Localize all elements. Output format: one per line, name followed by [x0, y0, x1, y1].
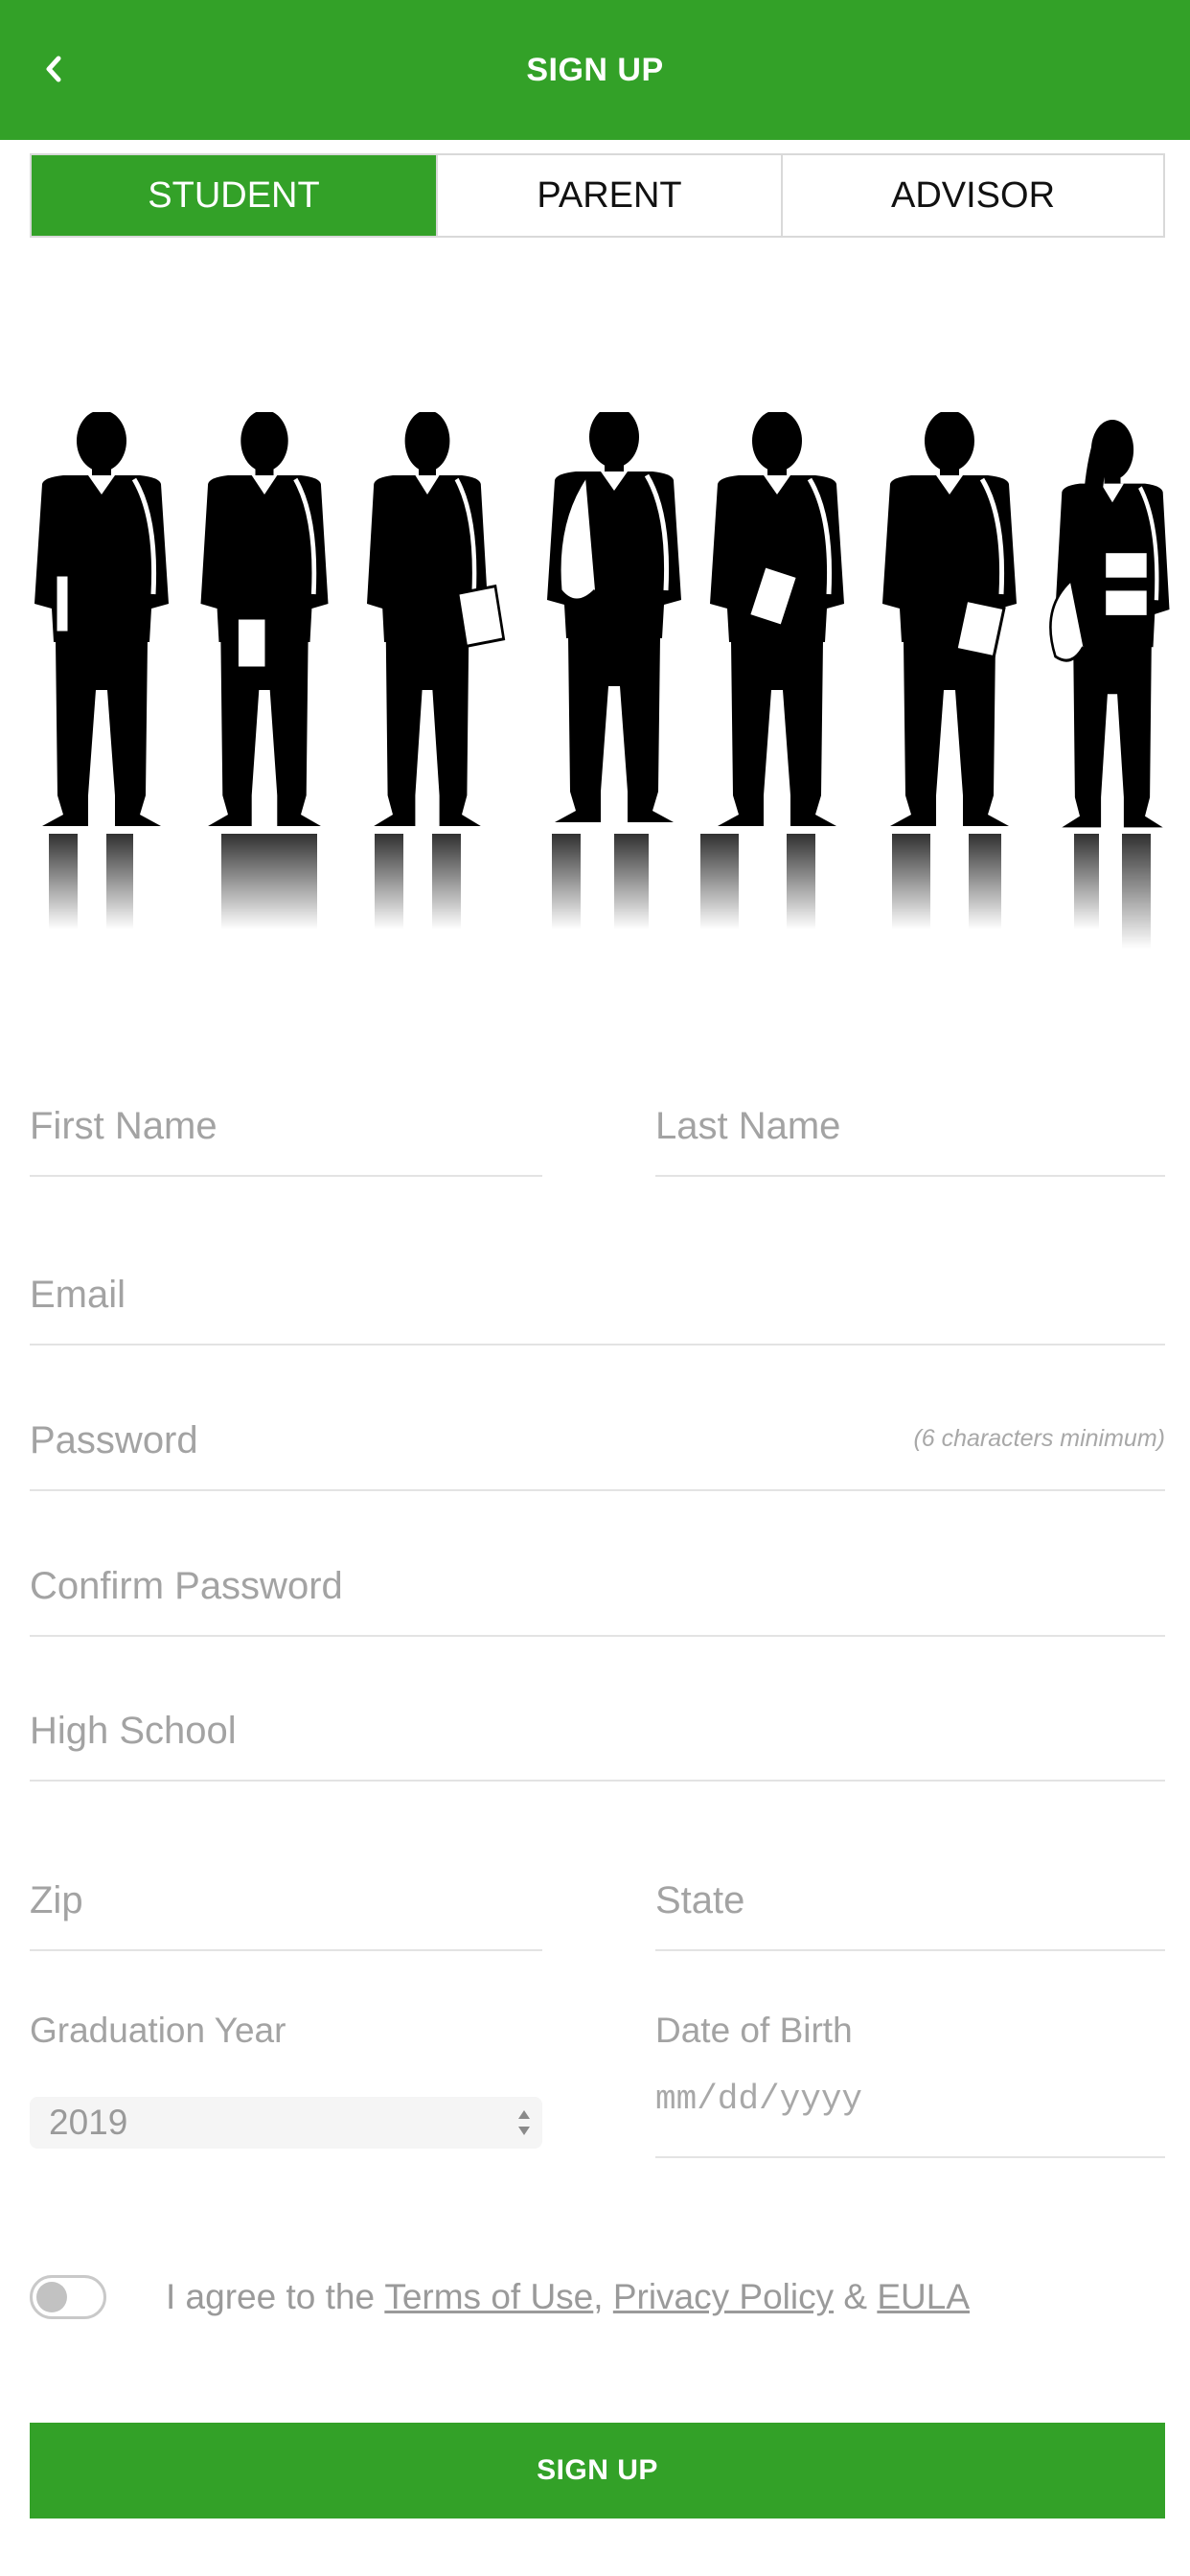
password-field: (6 characters minimum) [30, 1388, 1165, 1491]
terms-ampersand: & [843, 2277, 868, 2316]
first-name-field [30, 1073, 542, 1177]
terms-toggle[interactable] [30, 2275, 106, 2319]
last-name-field [655, 1073, 1165, 1177]
graduation-year-label: Graduation Year [30, 2011, 286, 2050]
header-bar: SIGN UP [0, 0, 1190, 140]
graduation-year-value: 2019 [49, 2103, 128, 2142]
terms-comma: , [593, 2277, 604, 2316]
signup-button[interactable]: SIGN UP [30, 2423, 1165, 2518]
confirm-password-input[interactable] [30, 1565, 1165, 1608]
zip-input[interactable] [30, 1879, 542, 1922]
toggle-knob [36, 2282, 67, 2312]
email-field [30, 1242, 1165, 1346]
tab-parent[interactable]: PARENT [436, 155, 781, 236]
high-school-field [30, 1678, 1165, 1782]
page-title: SIGN UP [526, 51, 664, 88]
first-name-input[interactable] [30, 1105, 542, 1148]
back-button[interactable] [25, 40, 82, 98]
terms-of-use-link[interactable]: Terms of Use [384, 2277, 593, 2317]
chevron-left-icon [46, 56, 61, 82]
email-input[interactable] [30, 1274, 1165, 1317]
state-input[interactable] [655, 1879, 1165, 1922]
role-tabs: STUDENT PARENT ADVISOR [30, 153, 1165, 238]
date-of-birth-placeholder: mm/dd/yyyy [655, 2080, 863, 2119]
high-school-input[interactable] [30, 1710, 1165, 1753]
graduation-year-select[interactable]: 2019 [30, 2097, 542, 2149]
tab-student[interactable]: STUDENT [32, 155, 436, 236]
date-of-birth-label: Date of Birth [655, 2011, 853, 2050]
privacy-policy-link[interactable]: Privacy Policy [613, 2277, 834, 2317]
confirm-password-field [30, 1533, 1165, 1637]
state-field [655, 1848, 1165, 1951]
last-name-input[interactable] [655, 1105, 1165, 1148]
zip-field [30, 1848, 542, 1951]
terms-text: I agree to the Terms of Use, Privacy Pol… [166, 2275, 970, 2319]
tab-advisor[interactable]: ADVISOR [781, 155, 1163, 236]
password-hint: (6 characters minimum) [913, 1425, 1165, 1452]
select-arrows-icon [518, 2110, 530, 2135]
terms-prefix: I agree to the [166, 2277, 376, 2316]
students-silhouette-image [30, 412, 1170, 949]
eula-link[interactable]: EULA [877, 2277, 970, 2317]
